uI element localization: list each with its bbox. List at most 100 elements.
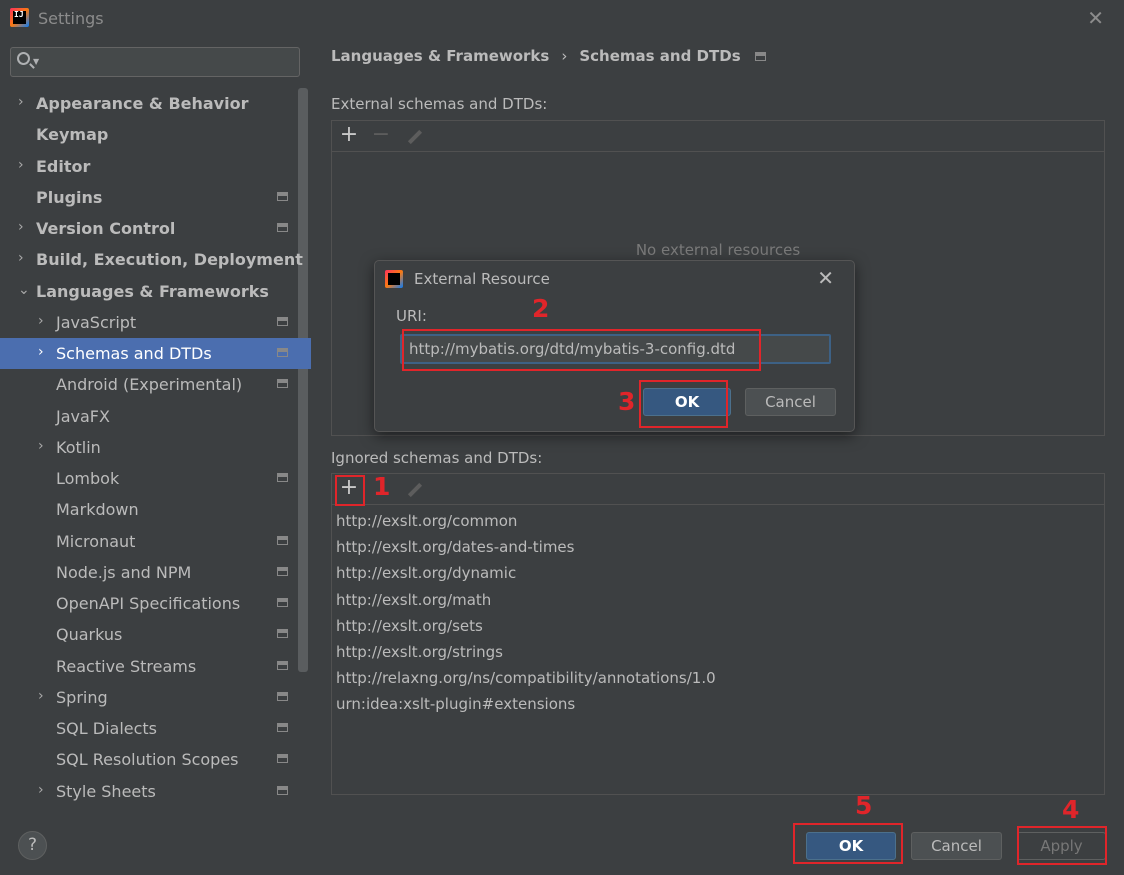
annotation-number-4: 4 (1062, 795, 1080, 824)
sidebar-item-label: Reactive Streams (56, 656, 197, 676)
external-toolbar: + − (332, 121, 1104, 152)
add-external-button[interactable]: + (337, 124, 361, 148)
dialog-close-icon[interactable]: ✕ (817, 266, 834, 290)
footer-bar: ? OK Cancel Apply (0, 815, 1124, 875)
intellij-logo-icon (385, 270, 403, 288)
sidebar-item-label: Quarkus (56, 625, 123, 645)
sidebar-item-label: Spring (56, 687, 108, 707)
project-scope-icon (277, 723, 288, 732)
sidebar-item[interactable]: › JavaScript (0, 307, 311, 338)
search-icon (17, 52, 30, 65)
sidebar-item[interactable]: Keymap (0, 119, 311, 150)
chevron-right-icon[interactable]: › (38, 438, 48, 454)
window-title: Settings (38, 9, 104, 28)
cancel-button[interactable]: Cancel (911, 832, 1002, 860)
annotation-box-1 (335, 475, 365, 506)
breadcrumb: Languages & Frameworks › Schemas and DTDs (331, 47, 766, 65)
settings-search-input[interactable]: ▼ (10, 47, 300, 77)
sidebar-item[interactable]: Markdown (0, 494, 311, 525)
project-scope-icon (277, 691, 288, 701)
close-window-icon[interactable]: ✕ (1087, 6, 1104, 30)
remove-external-button[interactable]: − (369, 124, 393, 148)
chevron-right-icon[interactable]: › (38, 344, 48, 360)
list-item[interactable]: http://relaxng.org/ns/compatibility/anno… (336, 669, 716, 687)
annotation-number-5: 5 (855, 791, 873, 820)
sidebar-item-label: Appearance & Behavior (36, 94, 249, 113)
sidebar-item-label: Build, Execution, Deployment (36, 250, 303, 270)
chevron-down-icon[interactable]: ▼ (33, 57, 39, 66)
project-scope-icon (277, 316, 288, 326)
annotation-box-4 (1017, 826, 1107, 865)
sidebar-item-label: Lombok (56, 469, 120, 488)
chevron-right-icon[interactable]: › (18, 157, 28, 173)
project-scope-icon (277, 379, 288, 389)
sidebar-item-label: Markdown (56, 500, 139, 520)
sidebar-item[interactable]: OpenAPI Specifications (0, 588, 311, 619)
breadcrumb-separator: › (561, 47, 568, 65)
sidebar-item-label: Plugins (36, 187, 103, 207)
breadcrumb-current: Schemas and DTDs (579, 47, 741, 65)
sidebar-item[interactable]: Quarkus (0, 619, 311, 650)
project-scope-icon (277, 535, 288, 545)
sidebar-item-label: Keymap (36, 125, 109, 145)
settings-sidebar: ▼ › Appearance & Behavior Keymap › Editor Plu… (0, 36, 311, 815)
sidebar-item[interactable]: SQL Resolution Scopes (0, 744, 311, 775)
help-button[interactable]: ? (18, 831, 47, 860)
sidebar-item[interactable]: › Spring (0, 682, 311, 713)
sidebar-item[interactable]: Node.js and NPM (0, 557, 311, 588)
chevron-right-icon[interactable]: › (18, 219, 28, 235)
intellij-logo-icon: IJ (10, 8, 29, 27)
annotation-number-1: 1 (373, 472, 391, 501)
chevron-down-icon[interactable]: ⌄ (18, 282, 30, 298)
project-scope-icon (277, 660, 288, 670)
list-item[interactable]: http://exslt.org/dynamic (336, 564, 516, 582)
project-scope-icon (277, 223, 288, 232)
annotation-box-5 (793, 823, 903, 864)
sidebar-item[interactable]: JavaFX (0, 401, 311, 432)
chevron-right-icon[interactable]: › (18, 94, 28, 110)
sidebar-item-label: Style Sheets (56, 781, 156, 801)
sidebar-item[interactable]: Android (Experimental) (0, 369, 311, 400)
sidebar-item[interactable]: › Version Control (0, 213, 311, 244)
edit-external-icon[interactable] (407, 129, 423, 145)
project-scope-icon (277, 598, 288, 607)
chevron-right-icon[interactable]: › (18, 250, 28, 266)
project-scope-icon (277, 785, 288, 795)
external-schemas-label: External schemas and DTDs: (331, 95, 548, 113)
list-item[interactable]: http://exslt.org/strings (336, 643, 503, 661)
project-scope-icon (754, 52, 766, 61)
chevron-right-icon[interactable]: › (38, 688, 48, 704)
ignored-schemas-panel: + http://exslt.org/common http://exslt.or… (331, 473, 1105, 795)
chevron-right-icon[interactable]: › (38, 782, 48, 798)
annotation-number-3: 3 (618, 387, 636, 416)
list-item[interactable]: http://exslt.org/math (336, 591, 491, 609)
sidebar-item[interactable]: › Schemas and DTDs (0, 338, 311, 369)
sidebar-item[interactable]: Reactive Streams (0, 651, 311, 682)
sidebar-item-label: Micronaut (56, 531, 136, 551)
project-scope-icon (277, 191, 288, 201)
sidebar-item[interactable]: Micronaut (0, 526, 311, 557)
sidebar-item[interactable]: Lombok (0, 463, 311, 494)
dialog-cancel-button[interactable]: Cancel (745, 388, 836, 416)
sidebar-item[interactable]: › Appearance & Behavior (0, 88, 311, 119)
sidebar-item[interactable]: SQL Dialects (0, 713, 311, 744)
sidebar-item[interactable]: › Build, Execution, Deployment (0, 244, 311, 275)
dialog-title: External Resource (414, 270, 550, 288)
breadcrumb-parent[interactable]: Languages & Frameworks (331, 47, 549, 65)
sidebar-item[interactable]: › Editor (0, 151, 311, 182)
sidebar-item[interactable]: › Style Sheets (0, 776, 311, 807)
chevron-right-icon[interactable]: › (38, 313, 48, 329)
list-item[interactable]: http://exslt.org/dates-and-times (336, 538, 574, 556)
list-item[interactable]: http://exslt.org/sets (336, 617, 483, 635)
sidebar-item-label: JavaScript (56, 312, 137, 332)
sidebar-item[interactable]: Plugins (0, 182, 311, 213)
list-item[interactable]: urn:idea:xslt-plugin#extensions (336, 695, 575, 713)
sidebar-item[interactable]: ⌄ Languages & Frameworks (0, 276, 311, 307)
sidebar-item-label: Android (Experimental) (56, 375, 243, 395)
edit-ignored-icon[interactable] (407, 482, 423, 498)
sidebar-item-label: SQL Dialects (56, 719, 158, 738)
list-item[interactable]: http://exslt.org/common (336, 512, 517, 530)
sidebar-item-label: Languages & Frameworks (36, 281, 269, 301)
sidebar-item[interactable]: › Kotlin (0, 432, 311, 463)
project-scope-icon (277, 348, 288, 357)
